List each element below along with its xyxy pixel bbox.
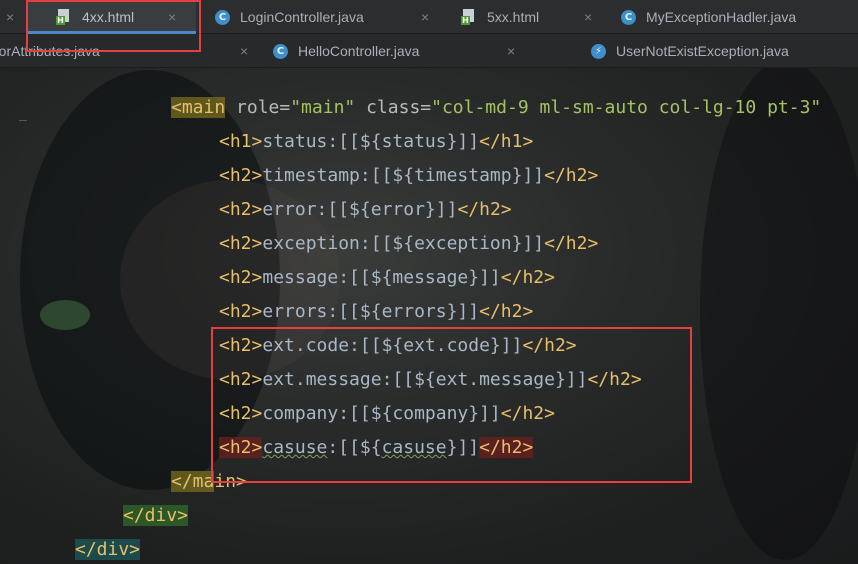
code-line-h2-message: <h2>message:[[${message}]]</h2>	[219, 267, 555, 288]
java-class-icon: C	[621, 9, 636, 25]
close-icon[interactable]: ×	[584, 9, 592, 25]
html-file-icon: H	[56, 9, 70, 25]
exception-class-icon: ⚡	[591, 43, 606, 59]
background-illustration-hair	[700, 60, 858, 560]
tab-label: UserNotExistException.java	[616, 43, 789, 59]
close-icon[interactable]: ×	[168, 9, 176, 25]
html-file-icon: H	[461, 9, 475, 25]
java-class-icon: C	[215, 9, 230, 25]
code-line-h2-ext-message: <h2>ext.message:[[${ext.message}]]</h2>	[219, 369, 642, 390]
background-illustration-leaf	[40, 300, 90, 330]
code-line-h2-error: <h2>error:[[${error}]]</h2>	[219, 199, 512, 220]
code-line-h2-exception: <h2>exception:[[${exception}]]</h2>	[219, 233, 599, 254]
tab-label: rorAttributes.java	[0, 43, 100, 59]
java-class-icon: C	[273, 43, 288, 59]
code-line-h2-company: <h2>company:[[${company}]]</h2>	[219, 403, 555, 424]
tab-error-attributes[interactable]: rorAttributes.java ×	[0, 34, 264, 68]
code-line-div-close-1: </div>	[123, 505, 189, 526]
tab-user-not-exist-exception[interactable]: ⚡ UserNotExistException.java	[591, 34, 858, 68]
close-icon[interactable]: ×	[240, 43, 248, 59]
tab-label: MyExceptionHadler.java	[646, 9, 797, 25]
fold-guide	[19, 120, 27, 121]
tab-hello-controller[interactable]: C HelloController.java ×	[273, 34, 523, 68]
close-icon[interactable]: ×	[6, 9, 14, 25]
tab-label: 5xx.html	[487, 9, 540, 25]
code-line-h1-status: <h1>status:[[${status}]]</h1>	[219, 131, 534, 152]
close-icon[interactable]: ×	[421, 9, 429, 25]
tab-4xx-html[interactable]: H 4xx.html ×	[28, 0, 196, 34]
code-line-h2-timestamp: <h2>timestamp:[[${timestamp}]]</h2>	[219, 165, 599, 186]
code-editor: × H 4xx.html × C LoginController.java × …	[0, 0, 858, 564]
tab-label: HelloController.java	[298, 43, 420, 59]
code-line-h2-ext-code: <h2>ext.code:[[${ext.code}]]</h2>	[219, 335, 577, 356]
editor-tab-bar-row-2: rorAttributes.java × C HelloController.j…	[0, 34, 858, 68]
tab-label: 4xx.html	[82, 9, 135, 25]
code-line-main-close: </main>	[171, 471, 247, 492]
close-icon[interactable]: ×	[507, 43, 515, 59]
tab-login-controller[interactable]: C LoginController.java ×	[215, 0, 445, 34]
code-line-h2-errors: <h2>errors:[[${errors}]]</h2>	[219, 301, 534, 322]
code-line-main-open: <main role="main" class="col-md-9 ml-sm-…	[171, 97, 822, 118]
tab-my-exception-handler[interactable]: C MyExceptionHadler.java	[621, 0, 858, 34]
tab-5xx-html[interactable]: H 5xx.html ×	[461, 0, 601, 34]
editor-tab-bar-row-1: × H 4xx.html × C LoginController.java × …	[0, 0, 858, 34]
tab-label: LoginController.java	[240, 9, 364, 25]
code-line-div-close-2: </div>	[75, 539, 141, 560]
code-line-h2-casuse: <h2>casuse:[[${casuse}]]</h2>	[219, 437, 534, 458]
